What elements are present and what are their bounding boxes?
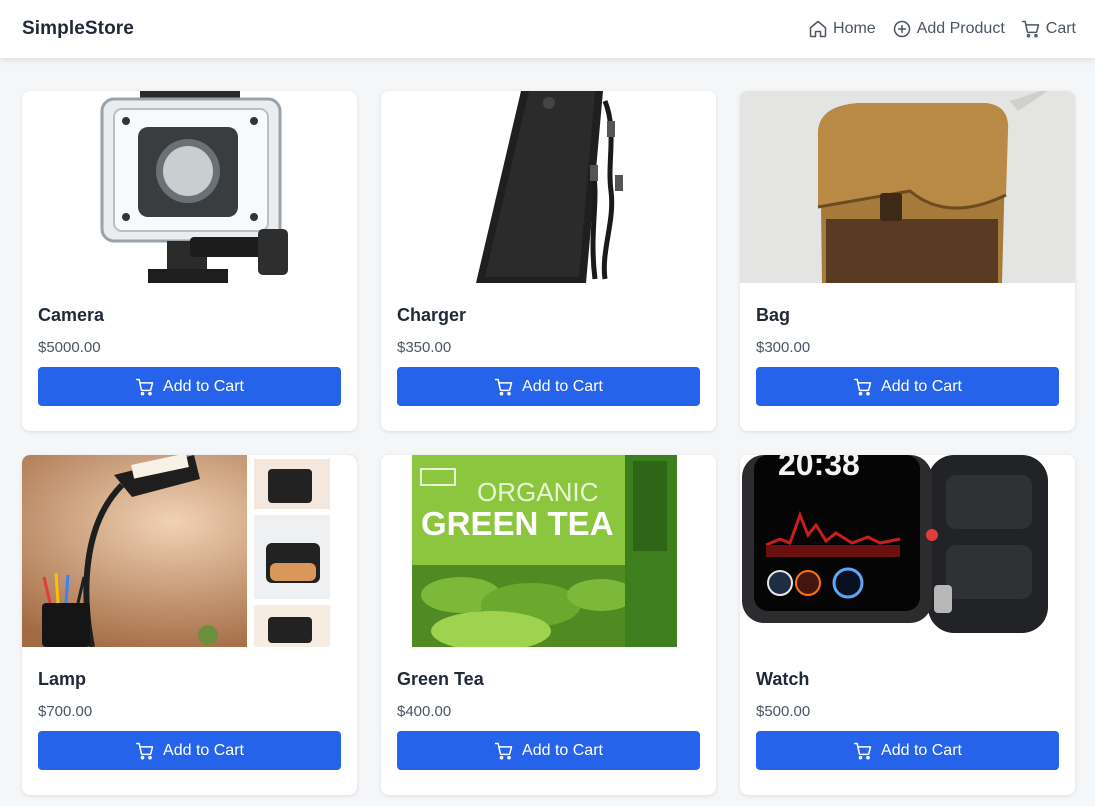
cart-icon [853,742,872,760]
watch-image[interactable]: 20:38 [740,455,1075,647]
nav-add-product-label: Add Product [916,20,1005,37]
nav-home-label: Home [833,20,876,37]
product-price: $700.00 [38,703,93,720]
bag-image[interactable] [740,91,1075,283]
add-to-cart-label: Add to Cart [881,741,962,759]
product-card: Charger $350.00 Add to Cart [381,91,716,431]
product-name: Bag [756,305,791,325]
nav-cart-link[interactable]: Cart [1021,19,1076,39]
product-name: Lamp [38,669,87,689]
add-to-cart-button[interactable]: Add to Cart [397,731,700,770]
charger-image[interactable] [381,91,716,283]
add-to-cart-button[interactable]: Add to Cart [397,367,700,406]
navbar: SimpleStore Home Add Product Cart [0,0,1095,58]
product-price: $300.00 [756,339,811,356]
product-name: Camera [38,305,105,325]
plus-circle-icon [893,20,910,38]
product-price: $500.00 [756,703,811,720]
product-card: ORGANIC GREEN TEA Green Tea $400.00 Add … [381,455,716,795]
tea-label-line-2: GREEN TEA [421,505,614,542]
add-to-cart-label: Add to Cart [522,741,603,759]
add-to-cart-button[interactable]: Add to Cart [38,367,341,406]
product-card: Bag $300.00 Add to Cart [740,91,1075,431]
cart-icon [853,378,872,396]
add-to-cart-label: Add to Cart [163,377,244,395]
nav-links: Home Add Product Cart [808,19,1076,39]
product-price: $5000.00 [38,339,101,356]
nav-cart-label: Cart [1045,20,1076,37]
product-name: Green Tea [397,669,484,689]
lamp-image[interactable] [22,455,357,647]
product-price: $400.00 [397,703,452,720]
cart-icon [135,742,154,760]
green-tea-image[interactable]: ORGANIC GREEN TEA [381,455,716,647]
add-to-cart-button[interactable]: Add to Cart [756,731,1059,770]
brand-logo[interactable]: SimpleStore [22,18,134,40]
add-to-cart-label: Add to Cart [522,377,603,395]
cart-icon [494,742,513,760]
product-card: Camera $5000.00 Add to Cart [22,91,357,431]
product-card: Lamp $700.00 Add to Cart [22,455,357,795]
add-to-cart-label: Add to Cart [881,377,962,395]
product-price: $350.00 [397,339,452,356]
camera-image[interactable] [22,91,357,283]
nav-add-product-link[interactable]: Add Product [892,19,1005,39]
product-card: 20:38 Watch $500.00 Add to Cart [740,455,1075,795]
cart-icon [135,378,154,396]
add-to-cart-button[interactable]: Add to Cart [756,367,1059,406]
cart-icon [494,378,513,396]
cart-icon [1021,20,1040,38]
product-name: Charger [397,305,467,325]
product-grid: Camera $5000.00 Add to Cart Charger $350… [22,91,1075,795]
add-to-cart-button[interactable]: Add to Cart [38,731,341,770]
tea-label-line-1: ORGANIC [477,477,598,507]
nav-home-link[interactable]: Home [808,19,876,39]
product-name: Watch [756,669,810,689]
add-to-cart-label: Add to Cart [163,741,244,759]
watch-time: 20:38 [778,455,860,482]
home-icon [809,20,827,38]
